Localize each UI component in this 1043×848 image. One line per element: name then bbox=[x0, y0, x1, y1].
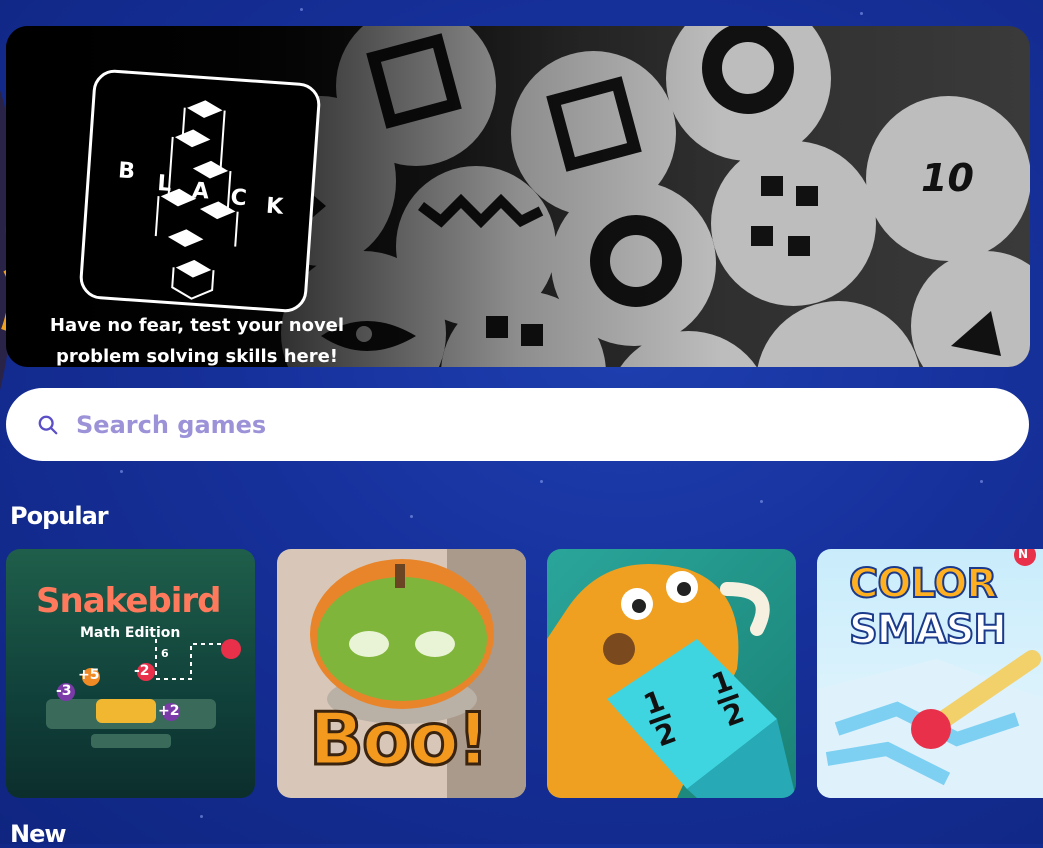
snakebird-number: +2 bbox=[158, 703, 180, 719]
color-smash-title-line2: SMASH bbox=[848, 606, 1008, 654]
game-card-fractions-mammoth[interactable]: 1 2 1 2 bbox=[547, 549, 796, 798]
snakebird-number: +5 bbox=[78, 667, 100, 683]
color-smash-title-line1: COLOR bbox=[848, 560, 998, 608]
search-bar[interactable] bbox=[6, 388, 1029, 461]
snakebird-number: 6 bbox=[161, 647, 169, 660]
snakebird-subtitle: Math Edition bbox=[80, 625, 181, 641]
boo-title: Boo! bbox=[308, 696, 492, 783]
snakebird-title: Snakebird bbox=[36, 581, 221, 621]
black-game-logo: B L A C K bbox=[78, 68, 322, 314]
snakebird-number: -2 bbox=[134, 663, 150, 679]
game-card-snakebird[interactable]: Snakebird Math Edition 6 +5 -2 -3 +2 bbox=[6, 549, 255, 798]
snakebird-number: -3 bbox=[56, 683, 72, 699]
mammoth-art bbox=[547, 564, 796, 798]
logo-letter: C bbox=[229, 185, 248, 212]
logo-letter: A bbox=[191, 178, 210, 205]
featured-game-banner[interactable]: 10 B L A C K Have no fear, test your bbox=[6, 26, 1030, 367]
banner-tagline: Have no fear, test your novel problem so… bbox=[42, 310, 352, 367]
game-card-boo[interactable]: Boo! bbox=[277, 549, 526, 798]
logo-letter: L bbox=[156, 171, 173, 197]
search-icon bbox=[38, 415, 58, 434]
new-badge: N bbox=[1018, 549, 1029, 561]
tagline-line-1: Have no fear, test your novel bbox=[49, 315, 345, 336]
game-card-color-smash[interactable]: N COLOR SMASH bbox=[817, 549, 1043, 798]
logo-letter: K bbox=[265, 193, 284, 220]
logo-letter: B bbox=[117, 158, 136, 185]
tagline-line-2: problem solving skills here! bbox=[55, 346, 339, 367]
search-input[interactable] bbox=[74, 409, 958, 440]
section-title-popular: Popular bbox=[10, 502, 109, 530]
